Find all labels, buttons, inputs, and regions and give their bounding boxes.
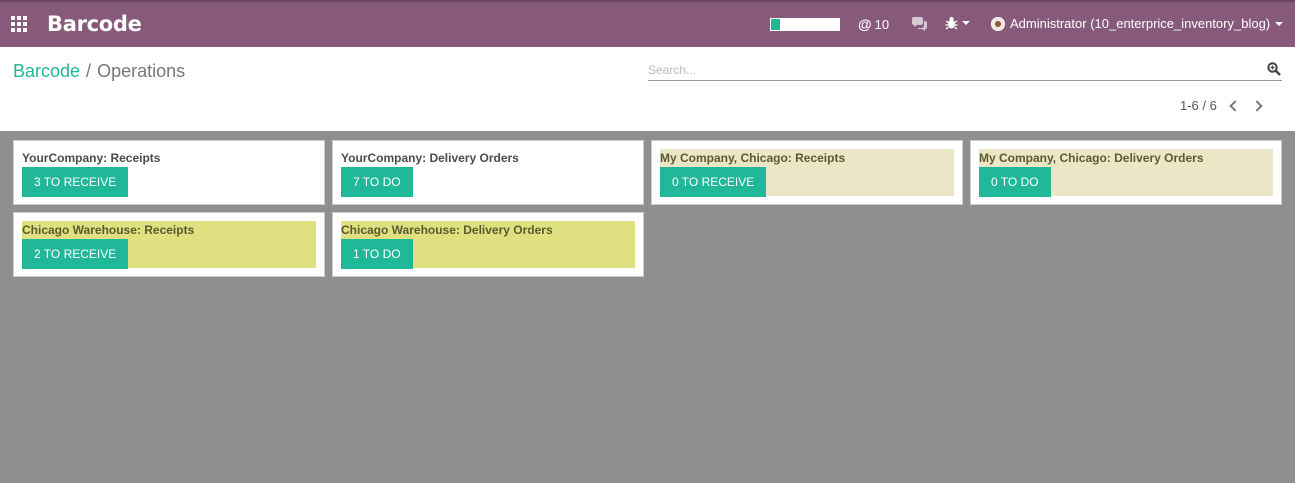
breadcrumb-barcode-link[interactable]: Barcode	[13, 61, 80, 82]
progress-indicator[interactable]	[770, 18, 840, 31]
chevron-down-icon	[962, 21, 970, 25]
bug-icon	[945, 17, 958, 30]
card-title[interactable]: My Company, Chicago: Delivery Orders	[979, 151, 1204, 165]
pager: 1-6 / 6	[1180, 98, 1263, 113]
to-receive-button[interactable]: 0 TO RECEIVE	[660, 167, 767, 197]
pager-value[interactable]: 1-6 / 6	[1180, 98, 1217, 113]
to-do-button[interactable]: 7 TO DO	[341, 167, 413, 197]
kanban-card-chicago-warehouse-delivery-orders[interactable]: Chicago Warehouse: Delivery Orders 1 TO …	[332, 212, 644, 277]
kanban-card-chicago-company-receipts[interactable]: My Company, Chicago: Receipts 0 TO RECEI…	[651, 140, 963, 205]
user-menu[interactable]: Administrator (10_enterprice_inventory_b…	[991, 16, 1284, 31]
breadcrumb: Barcode / Operations	[13, 61, 185, 82]
chat-icon[interactable]	[911, 17, 928, 36]
card-title[interactable]: YourCompany: Receipts	[22, 151, 160, 165]
to-do-button[interactable]: 1 TO DO	[341, 239, 413, 269]
card-title[interactable]: Chicago Warehouse: Delivery Orders	[341, 223, 553, 237]
to-do-button[interactable]: 0 TO DO	[979, 167, 1051, 197]
breadcrumb-separator: /	[86, 61, 92, 81]
card-color-area: YourCompany: Delivery Orders 7 TO DO	[341, 149, 635, 197]
card-title[interactable]: Chicago Warehouse: Receipts	[22, 223, 194, 237]
card-color-area: My Company, Chicago: Receipts 0 TO RECEI…	[660, 149, 954, 197]
pager-next-icon[interactable]	[1251, 99, 1263, 112]
to-receive-button[interactable]: 2 TO RECEIVE	[22, 239, 129, 269]
kanban-card-yourcompany-delivery-orders[interactable]: YourCompany: Delivery Orders 7 TO DO	[332, 140, 644, 205]
search-icon[interactable]	[1267, 62, 1281, 81]
card-title[interactable]: YourCompany: Delivery Orders	[341, 151, 519, 165]
progress-fill	[771, 19, 780, 30]
card-color-area: YourCompany: Receipts 3 TO RECEIVE	[22, 149, 316, 197]
mentions-button[interactable]: @ 10	[858, 16, 889, 32]
pager-previous-icon[interactable]	[1229, 99, 1241, 112]
apps-grid-icon[interactable]	[11, 16, 27, 32]
debug-menu[interactable]	[945, 16, 970, 30]
control-panel: Barcode / Operations 1-6 / 6	[0, 47, 1295, 131]
app-title: Barcode	[47, 12, 142, 36]
card-color-area: Chicago Warehouse: Receipts 2 TO RECEIVE	[22, 221, 316, 269]
to-receive-button[interactable]: 3 TO RECEIVE	[22, 167, 129, 197]
mentions-count: 10	[874, 16, 890, 32]
breadcrumb-current: Operations	[97, 61, 186, 81]
at-icon: @	[858, 16, 872, 32]
avatar	[991, 16, 1005, 31]
user-name: Administrator (10_enterprice_inventory_b…	[1010, 16, 1271, 31]
card-title[interactable]: My Company, Chicago: Receipts	[660, 151, 845, 165]
kanban-card-chicago-warehouse-receipts[interactable]: Chicago Warehouse: Receipts 2 TO RECEIVE	[13, 212, 325, 277]
top-navbar: Barcode @ 10 Administrator (10_enterpric…	[0, 0, 1295, 47]
chevron-down-icon	[1275, 21, 1284, 26]
search-bar	[648, 61, 1282, 81]
card-color-area: My Company, Chicago: Delivery Orders 0 T…	[979, 149, 1273, 197]
search-input[interactable]	[648, 61, 1258, 77]
card-color-area: Chicago Warehouse: Delivery Orders 1 TO …	[341, 221, 635, 269]
kanban-card-chicago-company-delivery-orders[interactable]: My Company, Chicago: Delivery Orders 0 T…	[970, 140, 1282, 205]
kanban-card-yourcompany-receipts[interactable]: YourCompany: Receipts 3 TO RECEIVE	[13, 140, 325, 205]
